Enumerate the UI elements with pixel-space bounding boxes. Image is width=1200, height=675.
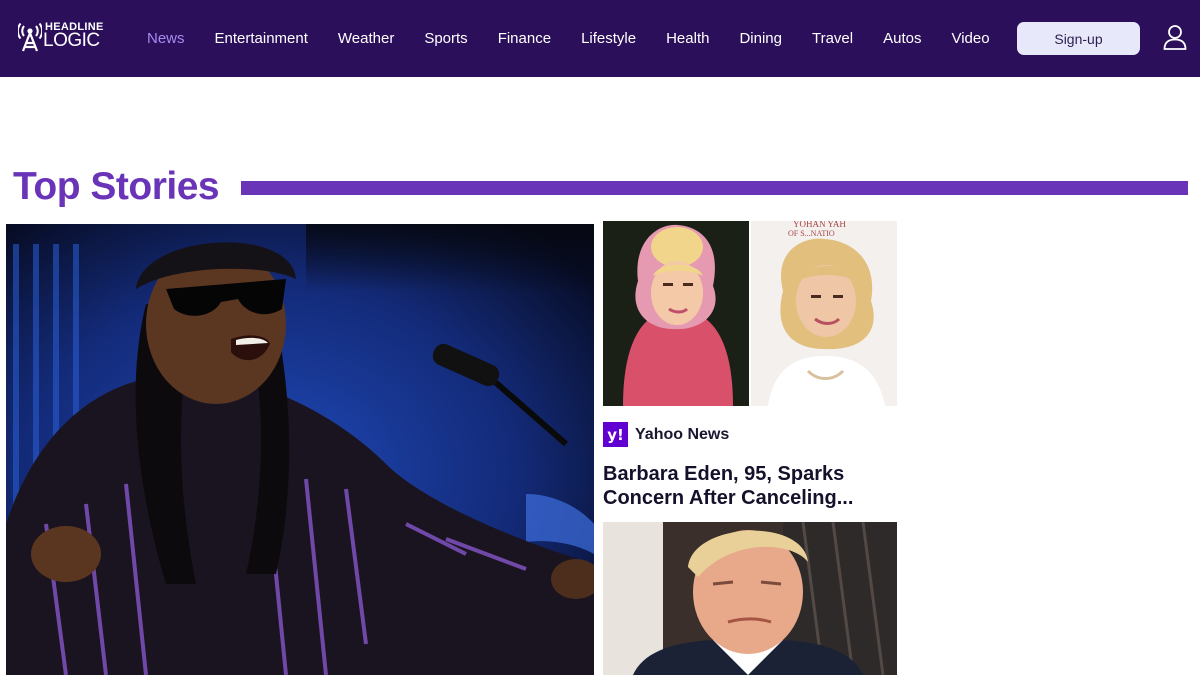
nav-item-weather[interactable]: Weather (323, 30, 409, 47)
nav-item-autos[interactable]: Autos (868, 30, 936, 47)
top-nav-bar: HEADLINE LOGIC News Entertainment Weathe… (0, 0, 1200, 77)
nav-item-dining[interactable]: Dining (724, 30, 797, 47)
story-source[interactable]: y! Yahoo News (603, 422, 729, 447)
nav-item-news[interactable]: News (132, 30, 200, 47)
headline-logic-logo[interactable]: HEADLINE LOGIC (18, 20, 108, 54)
nav-item-travel[interactable]: Travel (797, 30, 868, 47)
signup-button[interactable]: Sign-up (1017, 22, 1140, 55)
nav-item-sports[interactable]: Sports (409, 30, 482, 47)
story-source-name: Yahoo News (635, 425, 730, 443)
main-navigation: News Entertainment Weather Sports Financ… (132, 0, 1005, 77)
yahoo-logo-icon: y! (603, 422, 628, 447)
user-icon[interactable] (1163, 24, 1187, 50)
nav-item-video[interactable]: Video (936, 30, 1004, 47)
side-story-image[interactable]: YOHAN YAH OF S...NATIO (603, 221, 897, 406)
side-story-2-image[interactable] (603, 522, 897, 675)
hero-story-image[interactable] (6, 224, 594, 675)
section-title-rule (241, 181, 1188, 195)
svg-text:OF S...NATIO: OF S...NATIO (788, 229, 835, 238)
nav-item-health[interactable]: Health (651, 30, 724, 47)
nav-item-finance[interactable]: Finance (483, 30, 566, 47)
nav-item-entertainment[interactable]: Entertainment (200, 30, 323, 47)
section-title-top-stories: Top Stories (13, 165, 220, 208)
radio-tower-icon (18, 22, 42, 52)
svg-text:YOHAN YAH: YOHAN YAH (793, 221, 846, 229)
logo-text-logic: LOGIC (43, 30, 100, 51)
side-story-headline[interactable]: Barbara Eden, 95, Sparks Concern After C… (603, 462, 897, 510)
nav-item-lifestyle[interactable]: Lifestyle (566, 30, 651, 47)
